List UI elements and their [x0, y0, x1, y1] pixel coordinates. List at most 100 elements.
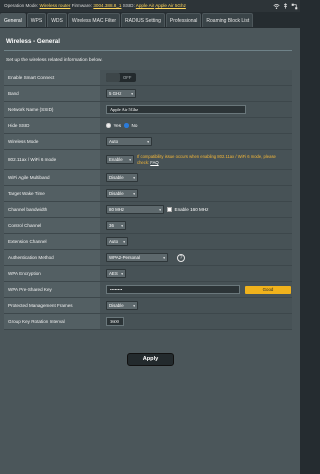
toggle-knob	[106, 73, 120, 82]
extension-channel-label: Extension Channel	[4, 234, 100, 249]
pmf-select[interactable]: Disable ▾	[106, 301, 138, 310]
wireless-mode-value: Auto	[109, 139, 119, 144]
chevron-down-icon: ▾	[133, 304, 135, 308]
chevron-down-icon: ▾	[131, 92, 133, 96]
ax-mode-value: Enable	[109, 157, 123, 162]
wireless-mode-select[interactable]: Auto ▾	[106, 137, 152, 146]
agile-multiband-select[interactable]: Disable ▾	[106, 173, 138, 182]
control-channel-value: 36	[109, 223, 114, 228]
row-wpa-key: WPA Pre-Shared Key •••••••• Good	[4, 282, 292, 298]
usb-icon[interactable]	[282, 2, 289, 10]
band-select[interactable]: 5 GHz ▾	[106, 89, 136, 98]
chevron-down-icon: ▾	[163, 256, 165, 260]
chevron-down-icon: ▾	[123, 240, 125, 244]
page-title: Wireless - General	[6, 38, 60, 45]
section-description: Set up the wireless related information …	[6, 58, 103, 63]
chevron-down-icon: ▾	[159, 208, 161, 212]
tab-professional[interactable]: Professional	[165, 13, 202, 27]
row-channel-bandwidth: Channel bandwidth 80 MHz ▾ Enable 160 MHz	[4, 202, 292, 218]
extension-channel-value: Auto	[109, 239, 119, 244]
wpa-encryption-label: WPA Encryption	[4, 266, 100, 281]
tab-roaming-block-list[interactable]: Roaming Block List	[202, 13, 254, 27]
target-wake-time-select[interactable]: Disable ▾	[106, 189, 138, 198]
settings-table: Enable Smart Connect OFF Band 5 GHz ▾ Net…	[4, 70, 292, 330]
row-auth-method: Authentication Method WPA2-Personal ▾ ?	[4, 250, 292, 266]
toggle-state: OFF	[123, 75, 132, 80]
apply-button[interactable]: Apply	[127, 353, 174, 366]
ssid-link-1[interactable]: Apple Air	[136, 3, 154, 8]
hide-ssid-yes-radio[interactable]	[106, 123, 111, 128]
firmware-link[interactable]: 3004.388.8_1	[93, 3, 121, 8]
chevron-down-icon: ▾	[147, 140, 149, 144]
auth-method-value: WPA2-Personal	[109, 255, 140, 260]
status-icons	[273, 1, 298, 11]
wpa-encryption-value: AES	[109, 271, 118, 276]
band-value: 5 GHz	[109, 91, 122, 96]
wifi-icon[interactable]	[273, 3, 280, 10]
password-strength-badge: Good	[245, 285, 291, 294]
smart-connect-toggle[interactable]: OFF	[106, 73, 136, 82]
firmware-label: Firmware:	[71, 3, 93, 8]
tab-general[interactable]: General	[0, 13, 26, 27]
ssid-link-2[interactable]: Apple Air 5Ghz	[155, 3, 186, 8]
row-ssid: Network Name (SSID) Apple Air 5Ghz	[4, 102, 292, 118]
settings-panel: Wireless - General Set up the wireless r…	[0, 28, 300, 474]
operation-mode-link[interactable]: Wireless router	[40, 3, 71, 8]
wpa-key-label: WPA Pre-Shared Key	[4, 282, 100, 297]
channel-bandwidth-label: Channel bandwidth	[4, 202, 100, 217]
band-label: Band	[4, 86, 100, 101]
chevron-down-icon: ▾	[133, 176, 135, 180]
channel-bandwidth-value: 80 MHz	[109, 207, 125, 212]
row-band: Band 5 GHz ▾	[4, 86, 292, 102]
pmf-label: Protected Management Frames	[4, 298, 100, 313]
ssid-field-label: Network Name (SSID)	[4, 102, 100, 117]
agile-multiband-label: WiFi Agile Multiband	[4, 170, 100, 185]
tab-radius-setting[interactable]: RADIUS Setting	[121, 13, 165, 27]
help-icon[interactable]: ?	[177, 253, 185, 262]
row-wpa-encryption: WPA Encryption AES ▾	[4, 266, 292, 282]
row-extension-channel: Extension Channel Auto ▾	[4, 234, 292, 250]
operation-mode-label: Operation Mode:	[4, 3, 39, 8]
auth-method-label: Authentication Method	[4, 250, 100, 265]
chevron-down-icon: ▾	[129, 158, 131, 162]
settings-tabs: General WPS WDS Wireless MAC Filter RADI…	[0, 13, 300, 28]
auth-method-select[interactable]: WPA2-Personal ▾	[106, 253, 168, 262]
hide-ssid-yes-label: Yes	[113, 123, 122, 128]
tab-wds[interactable]: WDS	[47, 13, 67, 27]
faq-link[interactable]: FAQ	[150, 160, 158, 165]
ssid-label: SSID:	[122, 3, 135, 8]
enable-160-checkbox[interactable]	[167, 207, 172, 212]
agile-multiband-value: Disable	[109, 175, 124, 180]
row-hide-ssid: Hide SSID Yes No	[4, 118, 292, 134]
row-pmf: Protected Management Frames Disable ▾	[4, 298, 292, 314]
row-ax-mode: 802.11ax / WiFi 6 mode Enable ▾ If compat…	[4, 150, 292, 170]
status-bar: Operation Mode: Wireless router Firmware…	[0, 0, 300, 12]
network-icon[interactable]	[291, 3, 298, 10]
group-key-input[interactable]: 3600	[106, 317, 124, 326]
row-wireless-mode: Wireless Mode Auto ▾	[4, 134, 292, 150]
tab-wireless-mac-filter[interactable]: Wireless MAC Filter	[67, 13, 121, 27]
control-channel-select[interactable]: 36 ▾	[106, 221, 126, 230]
row-target-wake-time: Target Wake Time Disable ▾	[4, 186, 292, 202]
wpa-key-input[interactable]: ••••••••	[106, 285, 240, 294]
hide-ssid-label: Hide SSID	[4, 118, 100, 133]
chevron-down-icon: ▾	[121, 224, 123, 228]
hide-ssid-no-radio[interactable]	[124, 123, 129, 128]
row-control-channel: Control Channel 36 ▾	[4, 218, 292, 234]
tab-wps[interactable]: WPS	[26, 13, 47, 27]
wpa-encryption-select[interactable]: AES ▾	[106, 269, 126, 278]
wireless-mode-label: Wireless Mode	[4, 134, 100, 149]
ax-mode-note: If compatibility issue occurs when enabl…	[137, 154, 277, 164]
extension-channel-select[interactable]: Auto ▾	[106, 237, 128, 246]
title-divider	[4, 50, 292, 51]
ax-mode-select[interactable]: Enable ▾	[106, 155, 134, 164]
ax-mode-label: 802.11ax / WiFi 6 mode	[4, 150, 100, 169]
channel-bandwidth-select[interactable]: 80 MHz ▾	[106, 205, 164, 214]
hide-ssid-no-label: No	[131, 123, 138, 128]
target-wake-time-value: Disable	[109, 191, 124, 196]
ssid-input[interactable]: Apple Air 5Ghz	[106, 105, 246, 114]
pmf-value: Disable	[109, 303, 124, 308]
control-channel-label: Control Channel	[4, 218, 100, 233]
row-smart-connect: Enable Smart Connect OFF	[4, 70, 292, 86]
enable-160-label: Enable 160 MHz	[174, 207, 209, 212]
